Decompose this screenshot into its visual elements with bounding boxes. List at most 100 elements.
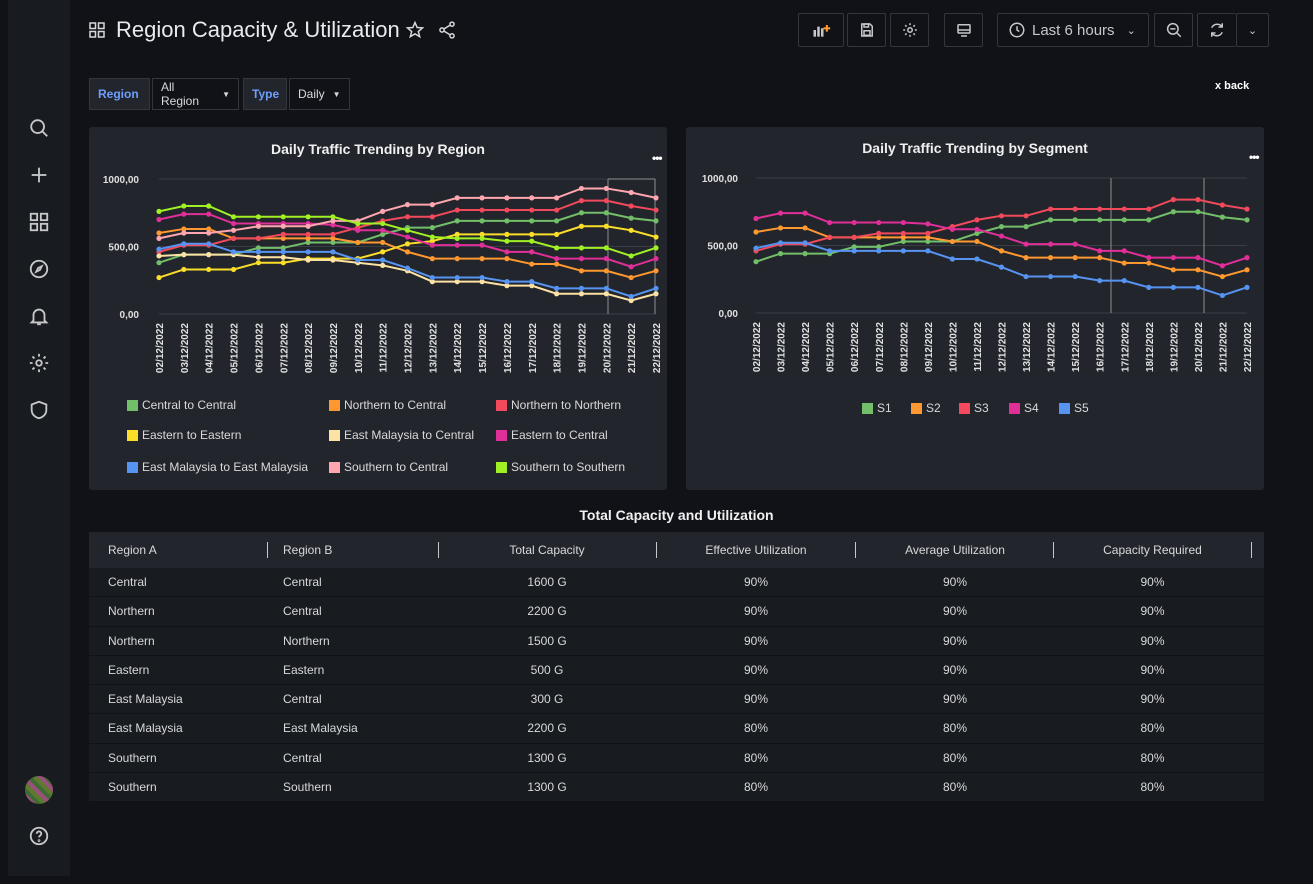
dashboard-settings-button[interactable] xyxy=(890,13,929,47)
legend-item[interactable]: S5 xyxy=(1059,401,1089,415)
legend-item[interactable]: S4 xyxy=(1009,401,1039,415)
data-point xyxy=(998,264,1005,270)
legend-item[interactable]: S1 xyxy=(862,401,892,415)
shield-icon[interactable] xyxy=(26,397,52,423)
dashboards-icon[interactable] xyxy=(26,209,52,235)
table-cell: 90% xyxy=(1140,692,1165,707)
x-tick-label: 18/12/2022 xyxy=(1145,322,1156,372)
add-panel-button[interactable] xyxy=(798,13,844,47)
data-point xyxy=(305,257,311,263)
data-point xyxy=(1048,255,1054,261)
column-header[interactable]: Region A xyxy=(108,532,268,568)
share-icon[interactable] xyxy=(437,20,457,40)
y-tick-label: 500,00 xyxy=(108,243,139,254)
legend-item[interactable]: Eastern to Eastern xyxy=(127,428,241,442)
data-point xyxy=(827,219,833,226)
data-point xyxy=(603,185,609,192)
create-plus-icon[interactable] xyxy=(26,162,52,188)
legend-swatch xyxy=(1009,402,1020,414)
legend-item[interactable]: East Malaysia to East Malaysia xyxy=(127,460,308,474)
data-point xyxy=(504,195,510,201)
data-point xyxy=(429,274,435,281)
data-point xyxy=(1219,202,1226,208)
legend-item[interactable]: S3 xyxy=(959,401,989,415)
x-tick-label: 15/12/2022 xyxy=(1071,322,1082,372)
data-point xyxy=(1195,255,1201,261)
avatar[interactable] xyxy=(25,776,53,804)
column-resize-handle[interactable] xyxy=(438,542,439,558)
x-tick-label: 19/12/2022 xyxy=(577,323,588,373)
x-tick-label: 15/12/2022 xyxy=(478,323,489,373)
data-point xyxy=(900,248,906,254)
back-link[interactable]: x back xyxy=(1215,80,1249,92)
table-cell: 90% xyxy=(743,662,769,677)
legend-item[interactable]: Central to Central xyxy=(127,398,236,412)
column-header[interactable]: Effective Utilization xyxy=(657,532,855,568)
data-point xyxy=(479,256,485,262)
time-range-picker[interactable]: Last 6 hours ⌄ xyxy=(997,13,1149,47)
legend-item[interactable]: Southern to Southern xyxy=(496,460,625,474)
x-tick-label: 05/12/2022 xyxy=(826,322,837,372)
x-tick-label: 17/12/2022 xyxy=(528,323,539,373)
data-point xyxy=(404,214,411,220)
data-point xyxy=(653,291,659,297)
legend-item[interactable]: Northern to Northern xyxy=(496,398,621,412)
data-point xyxy=(206,252,212,258)
x-tick-label: 12/12/2022 xyxy=(404,323,415,373)
data-point xyxy=(578,268,585,274)
table-cell: 90% xyxy=(942,662,968,677)
legend-swatch xyxy=(329,461,340,473)
data-point xyxy=(603,198,609,204)
legend-item[interactable]: East Malaysia to Central xyxy=(329,428,474,442)
table-cell: 90% xyxy=(1140,662,1165,677)
data-point xyxy=(206,230,212,236)
column-header[interactable]: Total Capacity xyxy=(449,532,645,568)
type-filter-select[interactable]: Daily ▼ xyxy=(289,78,350,110)
column-header[interactable]: Region B xyxy=(283,532,443,568)
region-filter-select[interactable]: All Region ▼ xyxy=(152,78,239,110)
column-resize-handle[interactable] xyxy=(1053,542,1054,558)
data-point xyxy=(1048,241,1054,247)
data-point xyxy=(206,211,212,217)
tv-mode-button[interactable] xyxy=(944,13,983,47)
type-filter-label: Type xyxy=(243,78,287,110)
time-range-label: Last 6 hours xyxy=(1032,21,1115,39)
legend-swatch xyxy=(959,402,970,414)
legend-label: Southern to Southern xyxy=(511,460,626,474)
legend-item[interactable]: S2 xyxy=(911,401,941,415)
legend-item[interactable]: Eastern to Central xyxy=(496,428,608,442)
alerting-bell-icon[interactable] xyxy=(26,303,52,329)
explore-compass-icon[interactable] xyxy=(26,256,52,282)
help-icon[interactable] xyxy=(26,823,52,849)
data-point xyxy=(1072,273,1078,280)
table-cell: East Malaysia xyxy=(108,692,183,707)
search-icon[interactable] xyxy=(26,115,52,141)
refresh-button[interactable] xyxy=(1197,13,1236,47)
column-header[interactable]: Capacity Required xyxy=(1055,532,1250,568)
data-point xyxy=(1146,206,1152,212)
star-icon[interactable] xyxy=(405,20,425,40)
zoom-out-button[interactable] xyxy=(1154,13,1193,47)
data-point xyxy=(1121,260,1127,266)
x-tick-label: 06/12/2022 xyxy=(850,322,861,372)
y-tick-label: 1000,00 xyxy=(103,175,140,186)
settings-gear-icon[interactable] xyxy=(26,350,52,376)
save-dashboard-button[interactable] xyxy=(847,13,886,47)
table-cell: Southern xyxy=(108,780,157,795)
data-point xyxy=(479,218,485,224)
table-cell: Southern xyxy=(108,750,157,765)
column-header[interactable]: Average Utilization xyxy=(856,532,1054,568)
type-filter-value: Daily xyxy=(298,87,325,101)
data-point xyxy=(255,223,261,229)
legend-item[interactable]: Northern to Central xyxy=(329,398,446,412)
data-point xyxy=(1170,267,1176,273)
table-cell: 80% xyxy=(942,750,968,765)
table-cell: 80% xyxy=(743,780,769,795)
data-point xyxy=(380,208,386,214)
column-resize-handle[interactable] xyxy=(267,542,268,558)
data-point xyxy=(1244,255,1250,261)
data-point xyxy=(998,213,1005,219)
column-resize-handle[interactable] xyxy=(1251,542,1252,558)
refresh-interval-dropdown[interactable]: ⌄ xyxy=(1236,13,1269,47)
legend-item[interactable]: Southern to Central xyxy=(329,460,448,474)
